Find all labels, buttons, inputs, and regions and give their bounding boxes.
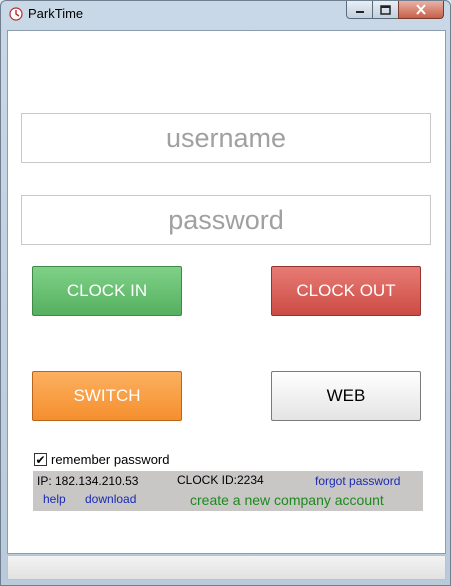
remember-password[interactable]: ✔ remember password [34, 452, 170, 467]
maximize-button[interactable] [372, 1, 399, 19]
password-field[interactable]: password [21, 195, 431, 245]
switch-button[interactable]: SWITCH [32, 371, 182, 421]
minimize-icon [355, 10, 364, 13]
download-link[interactable]: download [85, 492, 136, 506]
close-icon [416, 4, 426, 15]
maximize-icon [380, 4, 391, 15]
web-button[interactable]: WEB [271, 371, 421, 421]
close-button[interactable] [398, 1, 444, 19]
clock-out-button[interactable]: CLOCK OUT [271, 266, 421, 316]
window-title: ParkTime [28, 6, 84, 21]
ip-address: IP: 182.134.210.53 [37, 474, 139, 488]
app-icon [9, 7, 23, 21]
clock-id: CLOCK ID:2234 [177, 473, 264, 487]
forgot-password-link[interactable]: forgot password [315, 474, 400, 488]
username-field[interactable]: username [21, 113, 431, 163]
info-bar: IP: 182.134.210.53 CLOCK ID:2234 forgot … [33, 471, 423, 511]
clock-in-button[interactable]: CLOCK IN [32, 266, 182, 316]
minimize-button[interactable] [346, 1, 373, 19]
client-area: username password CLOCK IN CLOCK OUT SWI… [7, 30, 446, 554]
status-bar [7, 555, 446, 580]
remember-label: remember password [51, 452, 170, 467]
title-bar[interactable]: ParkTime [1, 1, 450, 29]
app-window: ParkTime username password CLOCK IN CLOC… [0, 0, 451, 586]
help-link[interactable]: help [43, 492, 66, 506]
remember-checkbox[interactable]: ✔ [34, 453, 47, 466]
create-account-link[interactable]: create a new company account [190, 492, 384, 508]
password-placeholder: password [168, 204, 284, 235]
username-placeholder: username [165, 122, 287, 153]
